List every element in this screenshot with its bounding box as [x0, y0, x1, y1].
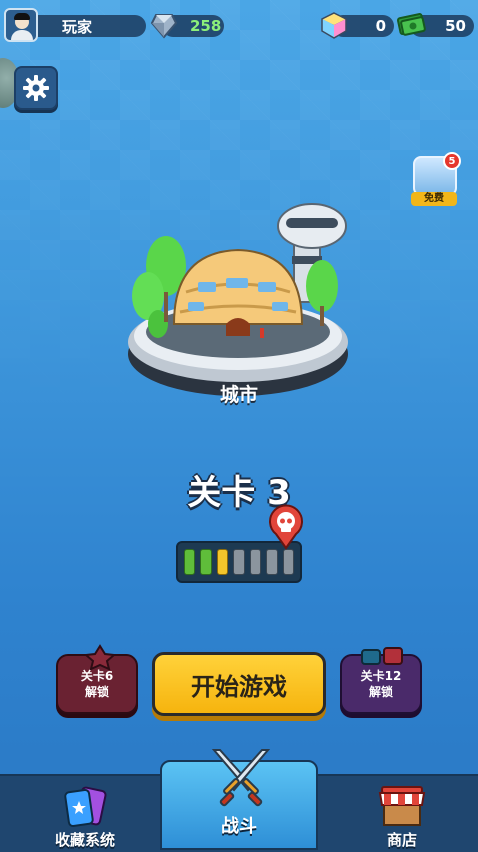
progress-segment	[282, 549, 294, 575]
cube-icon	[321, 12, 347, 39]
trophy-count: 258	[190, 17, 222, 35]
start-game-button[interactable]: 开始游戏	[152, 652, 326, 716]
level-12-unlock-button[interactable]: 关卡12 解锁	[340, 647, 422, 714]
nav-battle-tab[interactable]: 战斗	[160, 749, 318, 850]
trophy-gem-icon	[150, 14, 178, 39]
progress-segment	[200, 549, 212, 575]
player-name: 玩家	[62, 17, 93, 36]
cube-count: 0	[375, 17, 386, 35]
nav-battle-label: 战斗	[221, 816, 257, 837]
shop-icon	[378, 786, 426, 826]
island-name: 城市	[219, 384, 258, 406]
free-offer-button[interactable]: 5 免费	[409, 152, 461, 208]
skull-icon	[269, 504, 303, 550]
offer-badge: 5	[443, 152, 461, 170]
left-unlock-text: 解锁	[84, 685, 109, 699]
cash-count: 50	[445, 17, 466, 35]
right-unlock-level: 关卡12	[360, 669, 402, 683]
cards-icon	[64, 786, 107, 827]
level-6-unlock-button[interactable]: 关卡6 解锁	[56, 644, 138, 714]
top-bar: 玩家 258 0 50	[0, 0, 478, 52]
progress-segment	[233, 549, 245, 575]
settings-button[interactable]	[14, 66, 58, 110]
progress-segment	[266, 549, 278, 575]
progress-segment	[184, 549, 196, 575]
cash-icon	[396, 13, 426, 36]
locked-reward-icon	[83, 644, 117, 670]
swords-icon	[211, 749, 271, 807]
start-game-label: 开始游戏	[191, 672, 287, 701]
progress-segment	[216, 549, 229, 575]
avatar-icon[interactable]	[4, 8, 38, 42]
left-unlock-level: 关卡6	[80, 669, 114, 683]
right-unlock-text: 解锁	[368, 685, 393, 699]
nav-shop[interactable]: 商店	[352, 776, 452, 852]
locked-reward-icon	[361, 647, 403, 665]
offer-label: 免费	[411, 192, 457, 206]
gear-icon	[23, 75, 49, 101]
nav-collection[interactable]: 收藏系统	[30, 776, 140, 852]
player-name-pill[interactable]: 玩家	[22, 15, 146, 37]
nav-collection-label: 收藏系统	[54, 831, 115, 849]
nav-shop-label: 商店	[386, 831, 417, 849]
level-title: 关卡 3	[187, 473, 291, 513]
progress-segment	[249, 549, 262, 575]
